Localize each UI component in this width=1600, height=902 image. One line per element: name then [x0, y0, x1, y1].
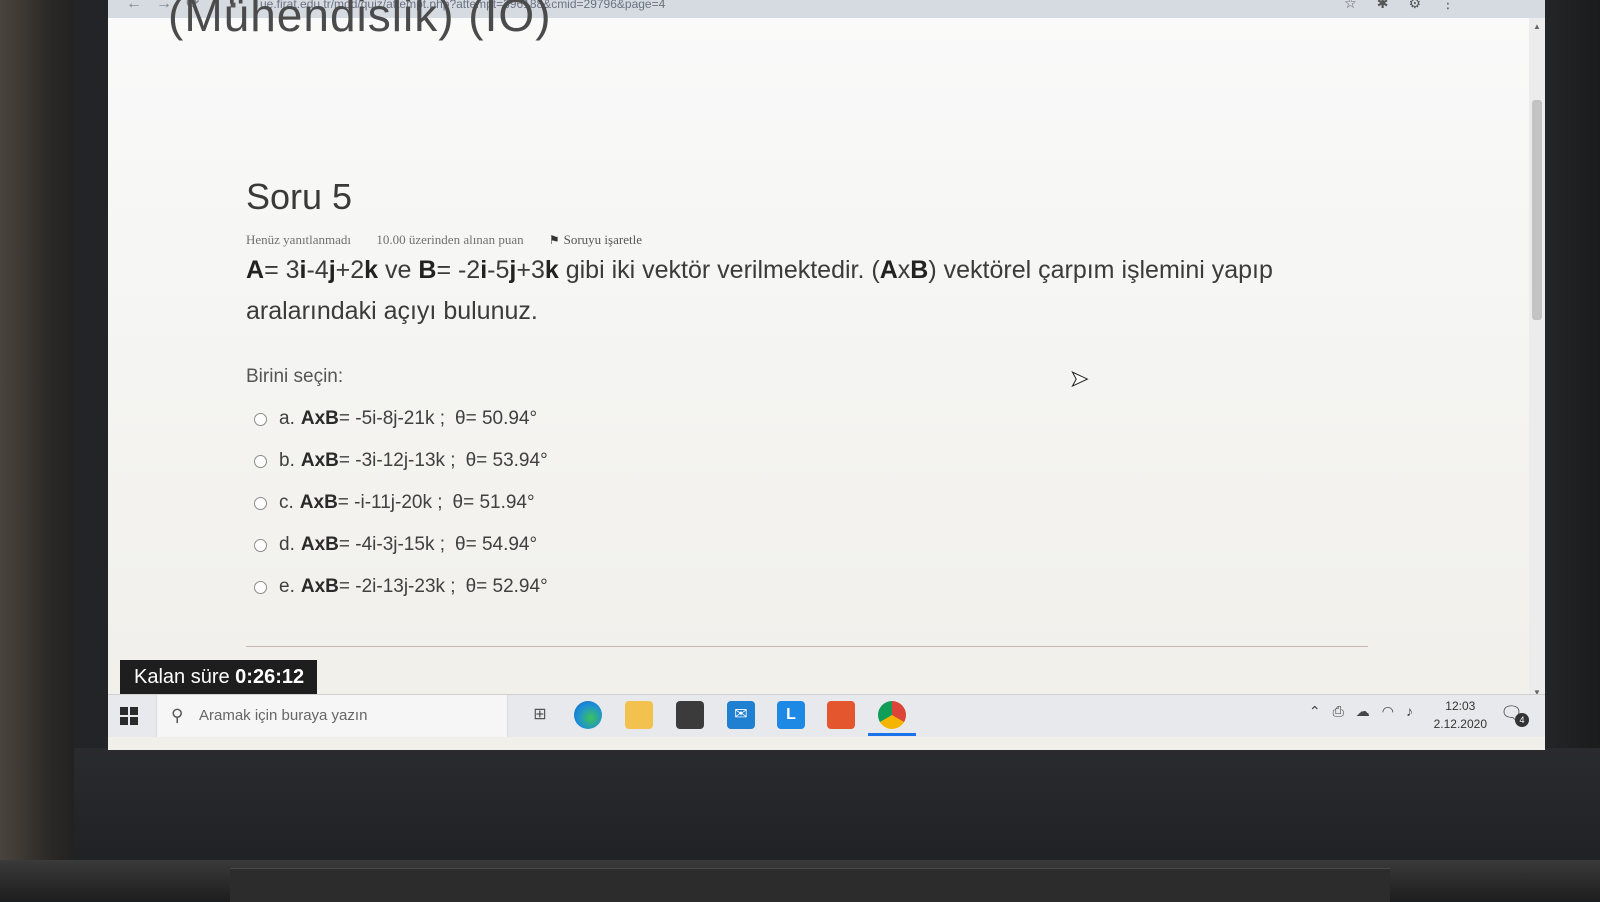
laptop-bezel-bottom: [74, 748, 1600, 868]
option-angle: θ= 52.94°: [465, 576, 548, 597]
clock-time: 12:03: [1445, 699, 1476, 713]
vector-b-label: B: [910, 256, 929, 284]
answer-option-e[interactable]: e. AxB= -2i-13j-23k ; θ= 52.94°: [246, 566, 548, 608]
text-fragment: -4: [306, 256, 329, 284]
mouse-cursor-icon: ➤: [1069, 366, 1089, 392]
question-points: 10.00 üzerinden alınan puan: [376, 232, 524, 247]
radio-button[interactable]: [254, 580, 267, 594]
unit-k: k: [364, 256, 379, 284]
mail-icon[interactable]: ✉: [727, 701, 755, 729]
text-fragment: -5: [487, 256, 510, 284]
text-fragment: x: [897, 256, 911, 284]
text-fragment: = -2: [436, 256, 481, 284]
taskbar-search[interactable]: ⚲ Aramak için buraya yazın: [156, 695, 508, 737]
text-fragment: = 3: [264, 256, 300, 284]
option-angle: θ= 54.94°: [455, 534, 538, 555]
option-expression: AxB= -5i-8j-21k ;: [301, 408, 445, 430]
vector-a-label: A: [246, 256, 265, 284]
l-app-icon[interactable]: L: [777, 701, 805, 729]
chrome-active-indicator: [868, 733, 916, 736]
vector-a-label: A: [879, 256, 898, 284]
option-axb-label: AxB: [300, 534, 339, 555]
text-fragment: ve: [378, 256, 419, 284]
question-status: Henüz yanıtlanmadı: [246, 232, 352, 247]
option-expression: AxB= -2i-13j-23k ;: [301, 576, 456, 598]
option-vector: = -4i-3j-15k ;: [338, 534, 445, 555]
option-angle: θ= 53.94°: [465, 450, 548, 471]
desk-background: [0, 0, 80, 901]
search-icon: ⚲: [171, 706, 184, 725]
option-expression: AxB= -i-11j-20k ;: [300, 492, 443, 514]
edge-icon[interactable]: [574, 701, 602, 729]
chrome-icon[interactable]: [878, 701, 906, 729]
windows-taskbar: ⚲ Aramak için buraya yazın ⊞ ✉ L ⌃⎙☁◠♪ 1…: [108, 694, 1545, 737]
option-letter: b.: [279, 450, 295, 471]
text-fragment: +2: [335, 256, 365, 284]
option-axb-label: AxB: [300, 450, 339, 471]
file-explorer-icon[interactable]: [625, 701, 653, 729]
answer-options: a. AxB= -5i-8j-21k ; θ= 50.94° b. AxB= -…: [246, 398, 548, 608]
screen: ←→⟳ ■ ue.firat.edu.tr/mod/quiz/attempt.p…: [108, 0, 1545, 750]
text-fragment: gibi iki vektör verilmektedir. (: [558, 256, 880, 284]
answer-option-d[interactable]: d. AxB= -4i-3j-15k ; θ= 54.94°: [246, 524, 548, 566]
option-expression: AxB= -4i-3j-15k ;: [301, 534, 445, 556]
option-letter: d.: [279, 534, 295, 555]
radio-button[interactable]: [254, 412, 267, 426]
answer-option-b[interactable]: b. AxB= -3i-12j-13k ; θ= 53.94°: [246, 440, 548, 482]
windows-start-icon[interactable]: [120, 707, 138, 725]
notification-badge: 4: [1515, 713, 1529, 727]
option-axb-label: AxB: [299, 492, 338, 513]
vector-b-label: B: [418, 256, 437, 284]
option-angle: θ= 50.94°: [455, 408, 538, 429]
taskbar-clock[interactable]: 12:03 2.12.2020: [1434, 697, 1487, 733]
option-letter: e.: [279, 576, 295, 597]
flag-icon: ⚑: [548, 233, 560, 247]
timer-label: Kalan süre: [134, 666, 236, 688]
radio-button[interactable]: [254, 496, 267, 510]
question-number: Soru 5: [246, 176, 353, 217]
system-tray-icons[interactable]: ⌃⎙☁◠♪: [1309, 703, 1425, 720]
question-text: A= 3i-4j+2k ve B= -2i-5j+3k gibi iki vek…: [246, 250, 1366, 332]
flag-question-label: Soruyu işaretle: [563, 232, 642, 247]
laptop-bezel-left: [74, 0, 110, 760]
option-vector: = -2i-13j-23k ;: [338, 576, 456, 597]
office-icon[interactable]: [827, 701, 855, 729]
text-fragment: +3: [516, 256, 545, 284]
question-info: Henüz yanıtlanmadı 10.00 üzerinden alına…: [246, 232, 686, 248]
unit-k: k: [544, 256, 559, 284]
answer-option-a[interactable]: a. AxB= -5i-8j-21k ; θ= 50.94°: [246, 398, 548, 440]
unit-j: j: [328, 256, 336, 284]
option-letter: c.: [279, 492, 294, 513]
option-vector: = -3i-12j-13k ;: [338, 450, 456, 471]
scroll-up-icon[interactable]: ▲: [1532, 22, 1542, 32]
clock-date: 2.12.2020: [1433, 717, 1487, 731]
search-placeholder: Aramak için buraya yazın: [199, 707, 368, 724]
option-vector: = -5i-8j-21k ;: [338, 408, 445, 429]
quiz-timer: Kalan süre 0:26:12: [120, 660, 317, 694]
course-title: (Mühendislik) (İÖ): [168, 0, 552, 41]
option-axb-label: AxB: [300, 576, 339, 597]
store-icon[interactable]: [676, 701, 704, 729]
browser-toolbar-icons[interactable]: ☆✱⚙⋮: [1344, 0, 1475, 10]
answer-prompt: Birini seçin:: [246, 366, 344, 387]
timer-value: 0:26:12: [235, 666, 305, 688]
radio-button[interactable]: [254, 538, 267, 552]
radio-button[interactable]: [254, 454, 267, 468]
laptop-hinge: [230, 868, 1390, 902]
divider: [246, 646, 1368, 647]
option-axb-label: AxB: [300, 408, 339, 429]
option-letter: a.: [279, 408, 295, 429]
option-vector: = -i-11j-20k ;: [337, 492, 443, 513]
option-angle: θ= 51.94°: [452, 492, 535, 513]
option-expression: AxB= -3i-12j-13k ;: [301, 450, 456, 472]
task-view-icon[interactable]: ⊞: [526, 701, 554, 729]
answer-option-c[interactable]: c. AxB= -i-11j-20k ; θ= 51.94°: [246, 482, 548, 524]
flag-question-link[interactable]: ⚑ Soruyu işaretle: [549, 232, 664, 247]
scrollbar-thumb[interactable]: [1532, 100, 1542, 320]
